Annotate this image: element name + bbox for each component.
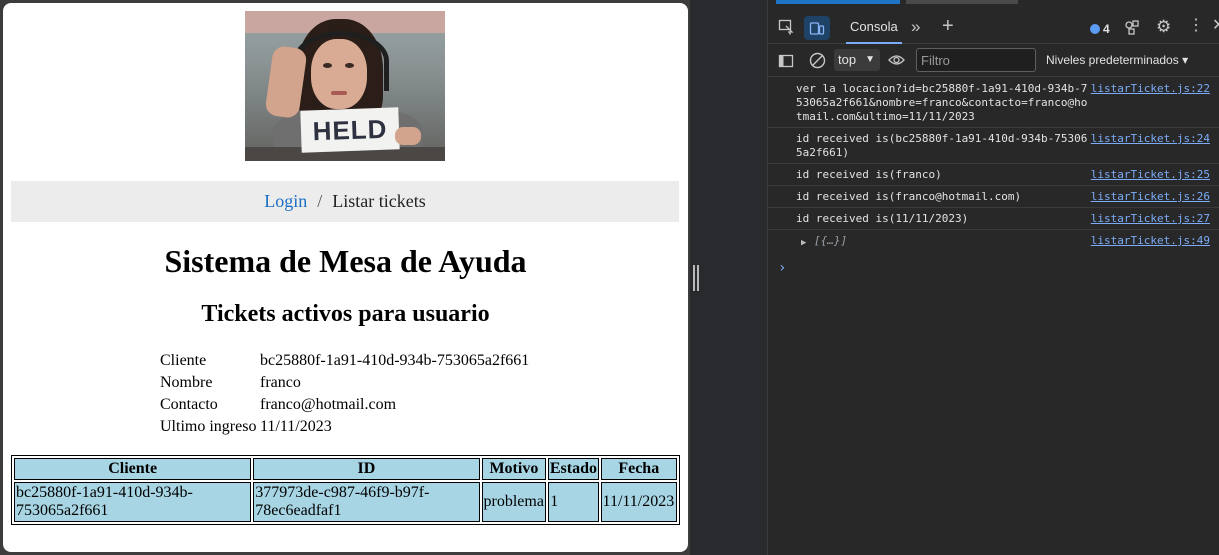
customize-icon[interactable]: [1124, 19, 1140, 39]
console-message-text: id received is(franco): [796, 168, 942, 181]
chevron-down-icon: ▼: [865, 54, 875, 65]
column-header-fecha: Fecha: [600, 458, 677, 480]
tickets-table: Cliente ID Motivo Estado Fecha bc25880f-…: [11, 455, 680, 525]
console-message: id received is(franco@hotmail.com) lista…: [768, 186, 1219, 208]
settings-icon[interactable]: ⚙: [1156, 18, 1171, 35]
info-row-nombre: Nombre franco: [160, 372, 529, 394]
window-tab-strip-inactive: [906, 0, 1018, 4]
console-log: ver la locacion?id=bc25880f-1a91-410d-93…: [768, 78, 1219, 251]
devtools-panel: Consola » + 4 ⚙ ⋮ ✕ top ▼ Niveles predet…: [767, 0, 1219, 555]
console-filter-input[interactable]: [916, 48, 1036, 72]
issues-count: 4: [1103, 22, 1110, 36]
breadcrumb: Login / Listar tickets: [11, 181, 679, 222]
console-source-link[interactable]: listarTicket.js:27: [1091, 212, 1210, 226]
info-label: Contacto: [160, 396, 218, 413]
column-header-estado: Estado: [548, 458, 599, 480]
console-source-link[interactable]: listarTicket.js:26: [1091, 190, 1210, 204]
console-message-text: id received is(franco@hotmail.com): [796, 190, 1022, 203]
info-label: Nombre: [160, 374, 213, 391]
device-toggle-button[interactable]: [804, 16, 830, 40]
column-header-id: ID: [253, 458, 480, 480]
console-message: id received is(11/11/2023) listarTicket.…: [768, 208, 1219, 230]
panel-resize-handle[interactable]: [693, 265, 699, 291]
close-devtools-icon[interactable]: ✕: [1212, 18, 1219, 34]
context-value: top: [838, 52, 857, 67]
console-source-link[interactable]: listarTicket.js:25: [1091, 168, 1210, 182]
cell-fecha: 11/11/2023: [600, 482, 677, 522]
cell-cliente: bc25880f-1a91-410d-934b-753065a2f661: [14, 482, 252, 522]
info-label: Cliente: [160, 352, 207, 369]
sidebar-icon[interactable]: [778, 53, 794, 73]
info-value: franco@hotmail.com: [260, 396, 397, 413]
context-selector[interactable]: top ▼: [834, 49, 880, 71]
column-header-cliente: Cliente: [14, 458, 252, 480]
info-value: 11/11/2023: [260, 418, 332, 435]
console-source-link[interactable]: listarTicket.js:24: [1091, 132, 1210, 146]
console-message: id received is(bc25880f-1a91-410d-934b-7…: [768, 128, 1219, 164]
more-tabs-icon[interactable]: »: [911, 18, 920, 35]
breadcrumb-current: Listar tickets: [332, 191, 426, 211]
console-message-text: id received is(bc25880f-1a91-410d-934b-7…: [796, 132, 1088, 159]
hero-image: HELD: [245, 11, 445, 161]
clear-icon[interactable]: [809, 52, 826, 73]
console-message-text: ver la locacion?id=bc25880f-1a91-410d-93…: [796, 82, 1088, 123]
hero-sign: HELD: [300, 107, 400, 153]
device-toggle-icon: [809, 20, 825, 40]
cell-motivo: problema: [481, 482, 547, 522]
console-message: ver la locacion?id=bc25880f-1a91-410d-93…: [768, 78, 1219, 128]
expand-triangle-icon[interactable]: ▶: [801, 236, 806, 250]
info-row-cliente: Cliente bc25880f-1a91-410d-934b-753065a2…: [160, 350, 529, 372]
console-message-text: id received is(11/11/2023): [796, 212, 969, 225]
log-levels-dropdown[interactable]: Niveles predeterminados ▾: [1046, 53, 1188, 67]
inspect-icon[interactable]: [778, 19, 794, 39]
cell-id: 377973de-c987-46f9-b97f-78ec6eadfaf1: [253, 482, 480, 522]
window-tab-strip-active: [776, 0, 900, 4]
user-info: Cliente bc25880f-1a91-410d-934b-753065a2…: [160, 350, 529, 438]
issues-badge[interactable]: 4: [1090, 22, 1110, 36]
page-title: Sistema de Mesa de Ayuda: [164, 243, 527, 279]
kebab-icon[interactable]: ⋮: [1188, 18, 1204, 34]
breadcrumb-separator: /: [317, 191, 323, 211]
eye-icon[interactable]: [888, 53, 905, 71]
browser-viewport-frame: HELD Login / Listar tickets Sistema de M…: [0, 0, 690, 555]
info-row-ultimo-ingreso: Ultimo ingreso 11/11/2023: [160, 416, 529, 438]
info-value: bc25880f-1a91-410d-934b-753065a2f661: [260, 352, 530, 369]
devtools-tabbar: Consola » + 4 ⚙ ⋮ ✕: [768, 10, 1219, 44]
console-toolbar: top ▼ Niveles predeterminados ▾: [768, 45, 1219, 77]
web-page: HELD Login / Listar tickets Sistema de M…: [3, 3, 688, 552]
console-object-preview[interactable]: [{…}]: [814, 234, 1106, 248]
breadcrumb-login-link[interactable]: Login: [264, 191, 307, 212]
info-row-contacto: Contacto franco@hotmail.com: [160, 394, 529, 416]
issues-icon: [1090, 24, 1100, 34]
chevron-down-icon: ▾: [1182, 53, 1189, 67]
console-object-entry[interactable]: ▶ [{…}] listarTicket.js:49: [768, 230, 1219, 251]
table-row: bc25880f-1a91-410d-934b-753065a2f661 377…: [14, 482, 677, 522]
table-header-row: Cliente ID Motivo Estado Fecha: [14, 458, 677, 480]
column-header-motivo: Motivo: [481, 458, 547, 480]
console-prompt-icon[interactable]: ›: [778, 260, 786, 276]
console-message: id received is(franco) listarTicket.js:2…: [768, 164, 1219, 186]
cell-estado: 1: [548, 482, 599, 522]
page-subtitle: Tickets activos para usuario: [201, 301, 490, 327]
log-levels-label: Niveles predeterminados: [1046, 53, 1179, 67]
add-tab-icon[interactable]: +: [942, 16, 954, 36]
console-source-link[interactable]: listarTicket.js:22: [1091, 82, 1210, 96]
info-value: franco: [260, 374, 301, 391]
info-label: Ultimo ingreso: [160, 418, 257, 435]
tab-console[interactable]: Consola: [846, 10, 902, 44]
console-source-link[interactable]: listarTicket.js:49: [1091, 234, 1210, 248]
